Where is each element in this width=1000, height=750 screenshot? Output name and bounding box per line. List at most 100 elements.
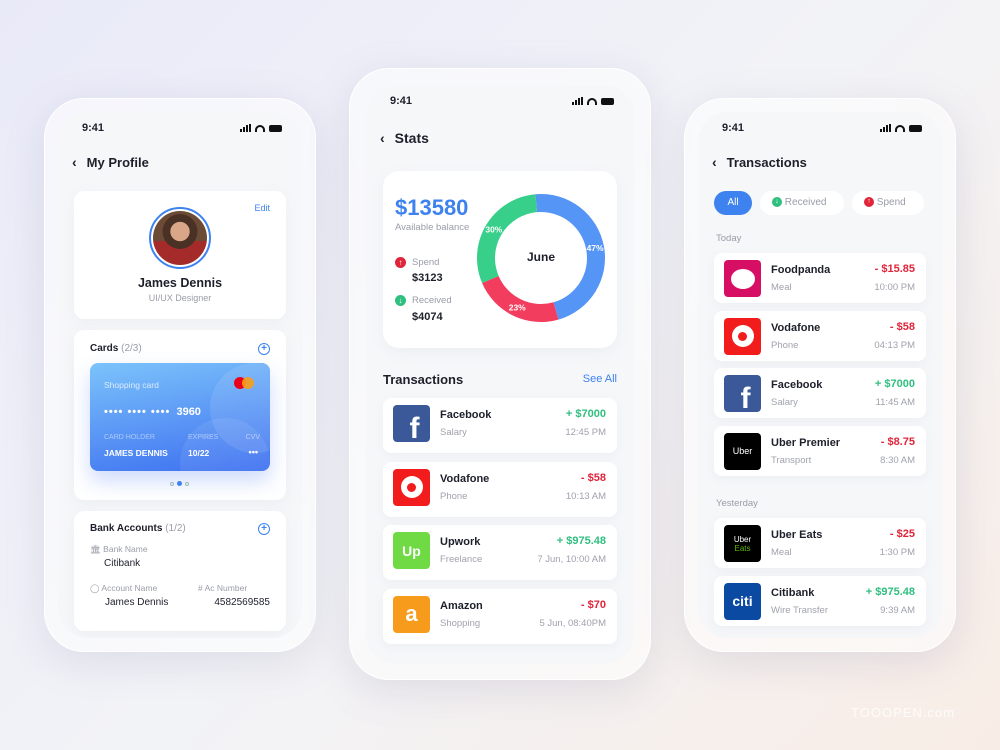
see-all-link[interactable]: See All — [583, 373, 617, 385]
transactions-title: Transactions — [383, 372, 464, 387]
battery-icon — [601, 97, 614, 105]
spend-label: Spend — [412, 257, 440, 268]
page-title: My Profile — [86, 154, 149, 170]
transaction-row[interactable]: Up Upwork Freelance + $975.48 7 Jun, 10:… — [383, 525, 617, 580]
vodafone-logo-icon — [724, 317, 761, 355]
transaction-row[interactable]: f Facebook Salary + $7000 11:45 AM — [714, 368, 926, 418]
uber-eats-logo-icon: Uber Eats — [724, 525, 761, 562]
transaction-name: Citibank — [771, 586, 815, 599]
transaction-time: 8:30 AM — [880, 454, 915, 466]
credit-card[interactable]: Shopping card •••• •••• •••• 3960 CARD H… — [90, 363, 270, 471]
transaction-time: 9:39 AM — [880, 604, 915, 616]
section-today: Today — [716, 233, 742, 244]
balance-card: $13580 Available balance ↑ Spend $3123 ↓ R… — [383, 171, 617, 348]
user-icon: ◯ — [90, 583, 100, 593]
transaction-row[interactable]: Uber Uber Premier Transport - $8.75 8:30… — [714, 425, 926, 476]
foodpanda-logo-icon — [724, 260, 761, 297]
spend-up-icon: ↑ — [395, 257, 406, 268]
transaction-category: Phone — [440, 490, 468, 502]
status-time: 9:41 — [390, 95, 413, 107]
donut-segment — [477, 194, 537, 284]
card-cvv: ••• — [248, 447, 258, 457]
card-holder-label: CARD HOLDER — [104, 434, 155, 441]
back-icon[interactable]: ‹ — [712, 154, 717, 170]
transaction-amount: - $8.75 — [880, 435, 915, 448]
transaction-time: 10:13 AM — [565, 490, 606, 502]
transaction-category: Freelance — [440, 554, 483, 565]
upwork-logo-icon: Up — [393, 532, 430, 569]
spend-up-icon: ↑ — [864, 197, 874, 208]
transaction-amount: - $15.85 — [874, 263, 915, 275]
edit-button[interactable]: Edit — [254, 203, 270, 213]
transaction-category: Phone — [771, 339, 799, 351]
transaction-row[interactable]: a Amazon Shopping - $70 5 Jun, 08:40PM — [383, 588, 617, 644]
transaction-time: 11:45 AM — [875, 397, 915, 408]
transaction-name: Vodafone — [440, 472, 490, 485]
transaction-time: 10:00 PM — [874, 282, 915, 293]
page-title: Transactions — [726, 154, 807, 170]
spend-amount: $3123 — [412, 272, 443, 284]
transaction-row[interactable]: Vodafone Phone - $58 04:13 PM — [714, 310, 926, 361]
transaction-time: 1:30 PM — [879, 547, 915, 558]
transaction-row[interactable]: citi Citibank Wire Transfer + $975.48 9:… — [714, 575, 926, 626]
transaction-category: Transport — [771, 454, 812, 466]
ac-number: 4582569585 — [214, 597, 270, 608]
signal-icon — [240, 124, 251, 132]
transaction-amount: - $58 — [580, 471, 606, 484]
vodafone-logo-icon — [393, 468, 430, 506]
bank-count: (1/2) — [165, 523, 186, 534]
add-card-icon[interactable]: + — [258, 343, 270, 355]
status-time: 9:41 — [722, 122, 745, 134]
transaction-time: 04:13 PM — [874, 339, 915, 351]
transactions-screen: 9:41 ‹ Transactions All ↓ Received ↑ Spen… — [698, 112, 942, 638]
transaction-row[interactable]: Foodpanda Meal - $15.85 10:00 PM — [714, 253, 926, 303]
received-label: Received — [412, 295, 452, 306]
bank-accounts-section: Bank Accounts (1/2) + 🏛 Bank Name Citiba… — [74, 511, 286, 631]
wifi-icon — [255, 124, 265, 132]
donut-segment — [482, 275, 559, 322]
transaction-amount: + $7000 — [874, 378, 915, 390]
page-title: Stats — [394, 130, 429, 146]
transaction-time: 5 Jun, 08:40PM — [539, 617, 606, 629]
transaction-name: Vodafone — [771, 321, 821, 334]
card-holder: JAMES DENNIS — [104, 448, 168, 458]
bank-name-label: Bank Name — [103, 544, 148, 554]
section-yesterday: Yesterday — [716, 498, 758, 509]
received-amount: $4074 — [412, 311, 443, 323]
filter-received-label: Received — [784, 197, 827, 208]
transaction-category: Salary — [771, 397, 798, 408]
transaction-category: Shopping — [440, 617, 481, 629]
transaction-name: Facebook — [440, 409, 492, 421]
transaction-row[interactable]: f Facebook Salary + $7000 12:45 PM — [383, 398, 617, 453]
transaction-row[interactable]: Vodafone Phone - $58 10:13 AM — [383, 461, 617, 517]
wifi-icon — [587, 97, 597, 105]
back-icon[interactable]: ‹ — [72, 154, 77, 170]
card-expires: 10/22 — [188, 448, 210, 458]
filter-spend[interactable]: ↑ Spend — [852, 191, 924, 215]
card-pager[interactable] — [170, 481, 189, 486]
transaction-time: 12:45 PM — [565, 427, 606, 438]
transaction-amount: + $975.48 — [556, 535, 606, 547]
received-down-icon: ↓ — [772, 197, 782, 208]
transaction-amount: - $58 — [889, 320, 915, 333]
facebook-logo-icon: f — [393, 405, 430, 442]
transaction-name: Upwork — [440, 536, 481, 548]
profile-name: James Dennis — [137, 276, 223, 290]
transaction-amount: - $70 — [580, 598, 606, 611]
cards-count: (2/3) — [121, 343, 142, 354]
filter-all[interactable]: All — [714, 191, 752, 215]
transaction-category: Meal — [771, 547, 792, 558]
add-bank-icon[interactable]: + — [258, 523, 270, 535]
filter-received[interactable]: ↓ Received — [760, 191, 844, 215]
wifi-icon — [895, 124, 905, 132]
transaction-name: Foodpanda — [771, 264, 831, 276]
profile-screen: 9:41 ‹ My Profile Edit James Dennis UI/UX… — [58, 112, 302, 638]
back-icon[interactable]: ‹ — [380, 130, 385, 146]
card-cvv-label: CVV — [245, 434, 260, 441]
status-bar: 9:41 — [82, 122, 282, 134]
received-down-icon: ↓ — [395, 295, 406, 306]
transaction-amount: - $25 — [889, 528, 915, 540]
stats-screen: 9:41 ‹ Stats $13580 Available balance ↑ Sp… — [366, 85, 634, 664]
transaction-category: Salary — [440, 427, 467, 438]
transaction-row[interactable]: Uber Eats Uber Eats Meal - $25 1:30 PM — [714, 518, 926, 568]
